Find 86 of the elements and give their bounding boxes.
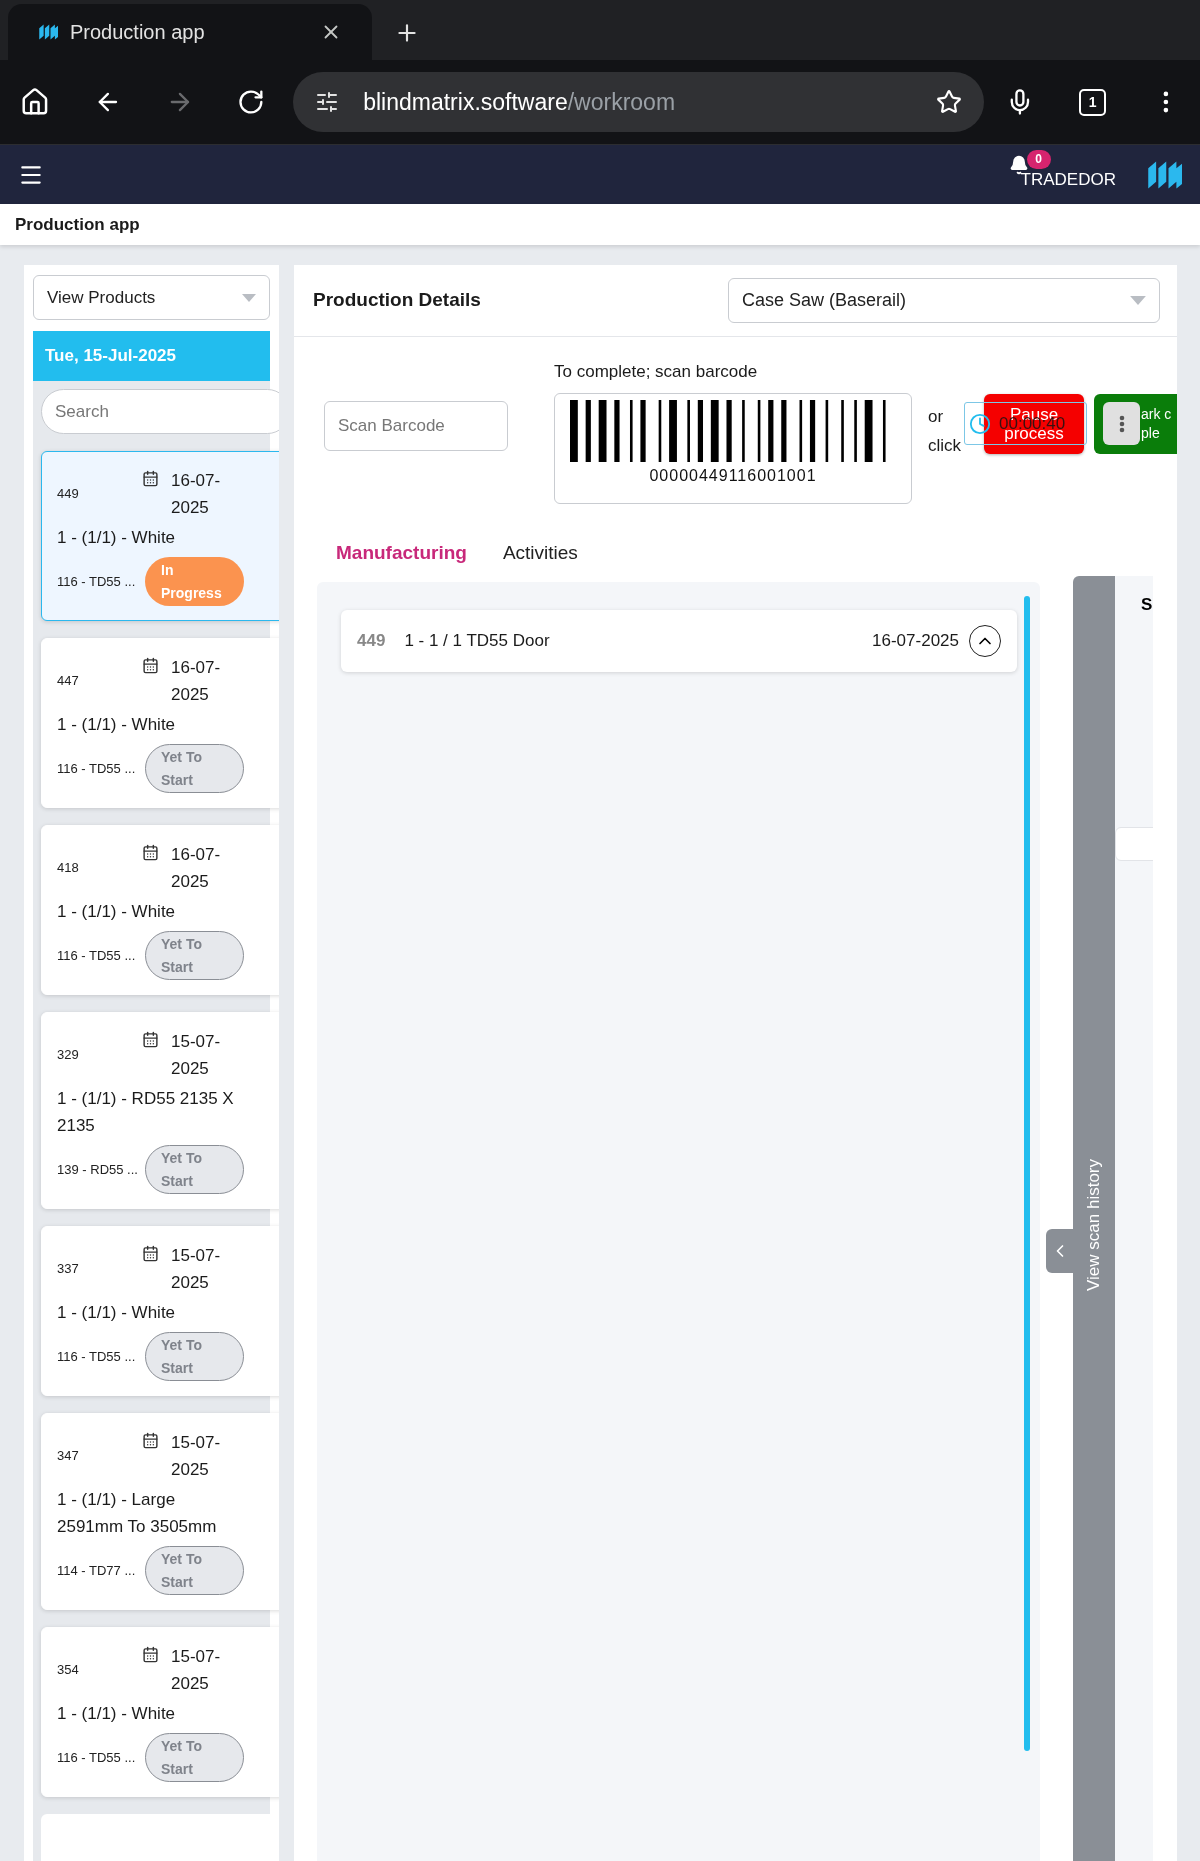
clock-icon <box>969 412 991 435</box>
calendar-icon <box>142 657 159 674</box>
status-badge: Yet To Start <box>145 744 244 793</box>
calendar-icon <box>142 844 159 861</box>
dropdown-caret-icon <box>1130 296 1146 305</box>
address-bar[interactable]: blindmatrix.software/workroom <box>293 72 984 132</box>
order-date: 16-07-2025 <box>171 470 222 519</box>
item-date: 16-07-2025 <box>872 629 959 652</box>
product-code: 116 - TD55 ... <box>57 1347 137 1366</box>
browser-tab[interactable]: Production app <box>8 4 372 60</box>
logo-icon <box>38 23 58 41</box>
order-card[interactable]: 329 15-07-2025 1 - (1/1) - RD55 2135 X 2135 139 - RD55 ... Yet To Start <box>41 1012 279 1209</box>
order-date: 16-07-2025 <box>171 844 222 893</box>
order-description: 1 - (1/1) - White <box>57 901 177 923</box>
order-date: 15-07-2025 <box>171 1031 222 1080</box>
order-number: 337 <box>57 1260 80 1279</box>
order-card[interactable]: 347 15-07-2025 1 - (1/1) - Large 2591mm To 3505mm 114 - TD77 ... Yet To Start <box>41 1413 279 1610</box>
product-select[interactable]: View Products <box>33 275 270 320</box>
options-button[interactable] <box>1103 402 1140 445</box>
calendar-icon <box>142 1646 159 1663</box>
order-description: 1 - (1/1) - RD55 2135 X 2135 <box>57 1088 235 1137</box>
item-description: 1 - 1 / 1 TD55 Door <box>404 629 551 652</box>
order-number: 347 <box>57 1447 80 1466</box>
url-path: /workroom <box>567 88 676 115</box>
url-host: blindmatrix.software <box>363 88 568 115</box>
status-badge: In Progress <box>145 557 244 606</box>
site-settings-icon[interactable] <box>315 90 340 114</box>
order-description: 1 - (1/1) - White <box>57 527 177 549</box>
scan-hint: To complete; scan barcode <box>554 361 759 383</box>
input-field[interactable] <box>1115 827 1153 861</box>
status-badge: Yet To Start <box>145 1546 244 1595</box>
reload-icon[interactable] <box>237 88 266 116</box>
status-badge: Yet To Start <box>145 1332 244 1381</box>
order-description: 1 - (1/1) - White <box>57 1302 177 1324</box>
search-field[interactable]: Search <box>41 389 279 434</box>
item-number: 449 <box>357 629 386 652</box>
order-number: 329 <box>57 1046 80 1065</box>
notification-icon[interactable] <box>1008 154 1029 175</box>
tab[interactable]: Activities <box>502 539 578 568</box>
calendar-icon <box>142 470 159 487</box>
dropdown-caret-icon <box>242 293 256 302</box>
date-header: Tue, 15-Jul-2025 <box>33 331 270 381</box>
order-description: 1 - (1/1) - White <box>57 714 177 736</box>
calendar-icon <box>142 1432 159 1449</box>
calendar-icon <box>142 1245 159 1262</box>
more-icon <box>1118 414 1125 433</box>
product-code: 116 - TD55 ... <box>57 1748 137 1767</box>
station-select[interactable]: Case Saw (Baserail) <box>728 278 1160 323</box>
tab-count[interactable]: 1 <box>1079 88 1107 116</box>
or-click-text: or click <box>928 406 963 457</box>
product-code: 139 - RD55 ... <box>57 1160 139 1179</box>
item-row[interactable]: 449 1 - 1 / 1 TD55 Door 16-07-2025 <box>341 609 1017 672</box>
product-code: 116 - TD55 ... <box>57 759 137 778</box>
order-date: 15-07-2025 <box>171 1245 222 1294</box>
order-number: 447 <box>57 672 80 691</box>
order-date: 15-07-2025 <box>171 1432 222 1481</box>
order-number: 354 <box>57 1661 80 1680</box>
order-description: 1 - (1/1) - Large 2591mm To 3505mm <box>57 1489 218 1538</box>
order-card[interactable]: 418 16-07-2025 1 - (1/1) - White 116 - TD55 ... Yet To Start <box>41 825 279 995</box>
notification-count: 0 <box>1026 149 1051 169</box>
tab[interactable]: Manufacturing <box>336 539 467 568</box>
order-date: 16-07-2025 <box>171 657 222 706</box>
barcode-number: 00000449116001001 <box>649 465 817 486</box>
order-card[interactable]: 354 15-07-2025 1 - (1/1) - White 116 - TD55 ... Yet To Start <box>41 1627 279 1797</box>
calendar-icon <box>142 1031 159 1048</box>
collapse-tab[interactable] <box>1046 1228 1073 1273</box>
order-card[interactable]: 447 16-07-2025 1 - (1/1) - White 116 - TD55 ... Yet To Start <box>41 638 279 808</box>
barcode-field[interactable]: Scan Barcode <box>324 401 508 451</box>
order-description: 1 - (1/1) - White <box>57 1703 177 1725</box>
panel-title: Production Details <box>313 288 482 313</box>
page-title: Production app <box>15 213 140 236</box>
order-card[interactable]: 337 15-07-2025 1 - (1/1) - White 116 - TD55 ... Yet To Start <box>41 1226 279 1396</box>
user-name[interactable]: TRADEDOR <box>1020 167 1116 195</box>
order-number: 449 <box>57 485 80 504</box>
product-code: 116 - TD55 ... <box>57 946 137 965</box>
product-code: 116 - TD55 ... <box>57 572 137 591</box>
bookmark-icon[interactable] <box>935 89 962 115</box>
home-icon[interactable] <box>20 87 50 117</box>
status-badge: Yet To Start <box>145 1145 244 1194</box>
status-badge: Yet To Start <box>145 1733 244 1782</box>
order-date: 15-07-2025 <box>171 1646 222 1695</box>
order-number: 418 <box>57 859 80 878</box>
order-card[interactable]: 449 16-07-2025 1 - (1/1) - White 116 - TD55 ... In Progress <box>41 451 279 621</box>
status-badge: Yet To Start <box>145 931 244 980</box>
scan-history-heading: S <box>1141 594 1153 614</box>
product-code: 114 - TD77 ... <box>57 1561 137 1580</box>
